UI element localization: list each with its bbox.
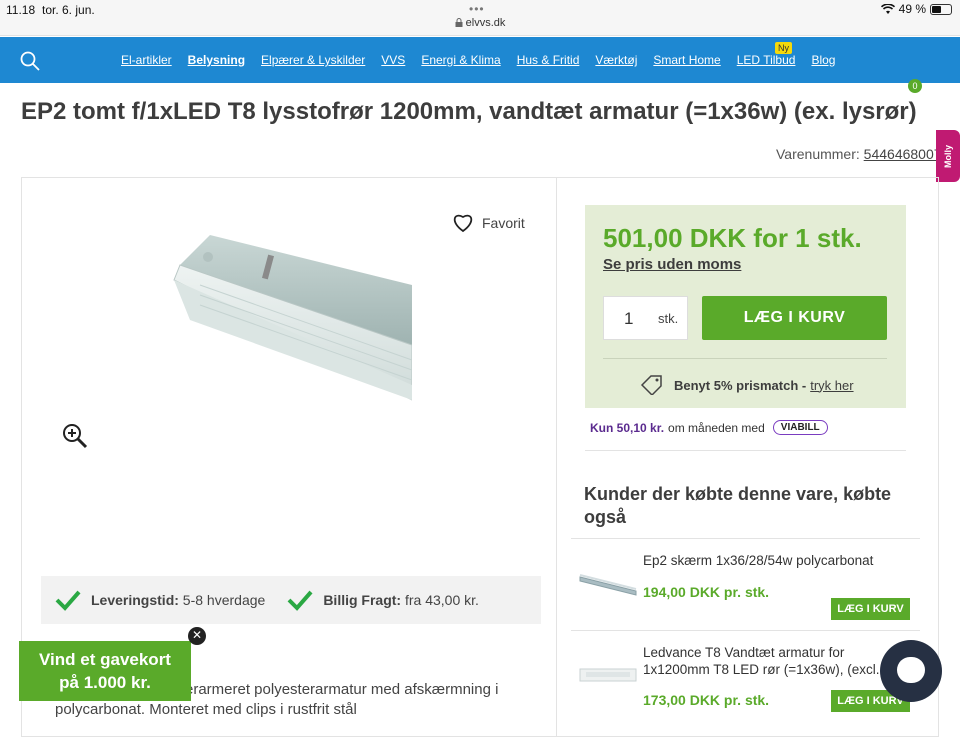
chat-button[interactable]	[880, 640, 942, 702]
status-date: tor. 6. jun.	[42, 3, 95, 17]
viabill-logo: VIABILL	[772, 420, 828, 435]
nav-link-belysning[interactable]: Belysning	[188, 53, 245, 67]
multitask-dots[interactable]: •••	[469, 2, 485, 16]
new-badge: Ny	[775, 42, 792, 54]
cart-count-badge: 0	[908, 79, 922, 93]
related-products-title: Kunder der købte denne vare, købte også	[584, 484, 892, 527]
related-product-name[interactable]: Ep2 skærm 1x36/28/54w polycarbonat	[643, 552, 908, 569]
nav-link-el-artikler[interactable]: El-artikler	[121, 53, 172, 67]
favorite-button[interactable]: Favorit	[452, 213, 525, 233]
check-icon	[55, 590, 81, 611]
wifi-icon	[880, 3, 895, 14]
nav-link-vaerktoej[interactable]: Værktøj	[595, 53, 637, 67]
add-to-cart-button[interactable]: LÆG I KURV	[702, 296, 887, 340]
favorite-label: Favorit	[482, 215, 525, 231]
item-number: Varenummer: 5446468007	[776, 146, 942, 162]
search-icon[interactable]	[20, 51, 40, 71]
price-box: 501,00 DKK for 1 stk. Se pris uden moms …	[585, 205, 906, 408]
price-match: Benyt 5% prismatch - tryk her	[640, 375, 854, 395]
quantity-unit: stk.	[658, 311, 679, 326]
lock-icon	[455, 18, 463, 27]
chat-icon	[897, 657, 925, 683]
battery-icon	[930, 3, 952, 15]
divider	[585, 450, 906, 451]
freight-label: Billig Fragt:	[323, 592, 402, 608]
related-product-price: 194,00 DKK pr. stk.	[643, 584, 770, 600]
nav-link-elpaerer[interactable]: Elpærer & Lyskilder	[261, 53, 365, 67]
url-bar[interactable]: elvvs.dk	[0, 17, 960, 29]
price-tag-icon	[640, 375, 662, 395]
price-ex-vat-link[interactable]: Se pris uden moms	[603, 256, 741, 273]
product-image[interactable]	[170, 225, 412, 403]
price-match-link[interactable]: tryk her	[810, 378, 853, 393]
nav-link-energi[interactable]: Energi & Klima	[421, 53, 500, 67]
zoom-in-icon[interactable]	[62, 423, 88, 449]
item-number-value[interactable]: 5446468007	[864, 146, 942, 162]
viabill-row[interactable]: Kun 50,10 kr. om måneden med VIABILL	[590, 420, 828, 435]
close-icon[interactable]: ✕	[188, 627, 206, 645]
nav-link-vvs[interactable]: VVS	[381, 53, 405, 67]
price-match-text: Benyt 5% prismatch -	[674, 377, 807, 393]
status-time: 11.18	[6, 3, 36, 17]
viabill-text: om måneden med	[668, 420, 765, 435]
battery-percent: 49 %	[898, 2, 926, 16]
product-title: EP2 tomt f/1xLED T8 lysstofrør 1200mm, v…	[21, 98, 917, 125]
molly-side-tab[interactable]: Molly	[936, 130, 960, 182]
divider	[571, 630, 920, 631]
product-price: 501,00 DKK for 1 stk.	[603, 223, 862, 253]
description-line: polycarbonat. Monteret med clips i rustf…	[55, 701, 357, 718]
nav-link-led-tilbud[interactable]: LED Tilbud	[737, 53, 796, 67]
related-product-image[interactable]	[578, 567, 638, 597]
nav-link-blog[interactable]: Blog	[811, 53, 835, 67]
nav-link-smart-home[interactable]: Smart Home	[653, 53, 720, 67]
delivery-time-label: Leveringstid:	[91, 592, 179, 608]
heart-icon	[453, 214, 473, 233]
ios-status-bar: 11.18 tor. 6. jun. ••• 49 % elvvs.dk	[0, 0, 960, 36]
gift-card-line: på 1.000 kr.	[59, 673, 151, 692]
quantity-field[interactable]: 1 stk.	[603, 296, 688, 340]
gift-card-line: Vind et gavekort	[39, 650, 171, 669]
related-product-name[interactable]: Ledvance T8 Vandtæt armatur for 1x1200mm…	[643, 644, 908, 678]
url-text: elvvs.dk	[465, 17, 506, 29]
nav-links: El-artikler Belysning Elpærer & Lyskilde…	[121, 37, 835, 83]
delivery-info-bar: Leveringstid: 5-8 hverdage Billig Fragt:…	[41, 576, 541, 624]
divider	[571, 538, 920, 539]
related-product-image[interactable]	[578, 663, 638, 693]
related-add-to-cart-button[interactable]: LÆG I KURV	[831, 598, 910, 620]
divider	[603, 358, 887, 359]
quantity-value[interactable]: 1	[624, 309, 633, 329]
panel-divider	[556, 177, 557, 737]
gift-card-banner[interactable]: Vind et gavekort på 1.000 kr.	[19, 641, 191, 701]
main-navigation: El-artikler Belysning Elpærer & Lyskilde…	[0, 37, 960, 114]
item-number-label: Varenummer:	[776, 146, 860, 162]
freight-value: fra 43,00 kr.	[404, 592, 479, 608]
viabill-amount: Kun 50,10 kr.	[590, 420, 665, 435]
related-product-price: 173,00 DKK pr. stk.	[643, 692, 770, 708]
check-icon	[287, 590, 313, 611]
status-indicators: 49 %	[880, 2, 952, 16]
nav-link-hus-fritid[interactable]: Hus & Fritid	[517, 53, 580, 67]
delivery-time-value: 5-8 hverdage	[182, 592, 266, 608]
